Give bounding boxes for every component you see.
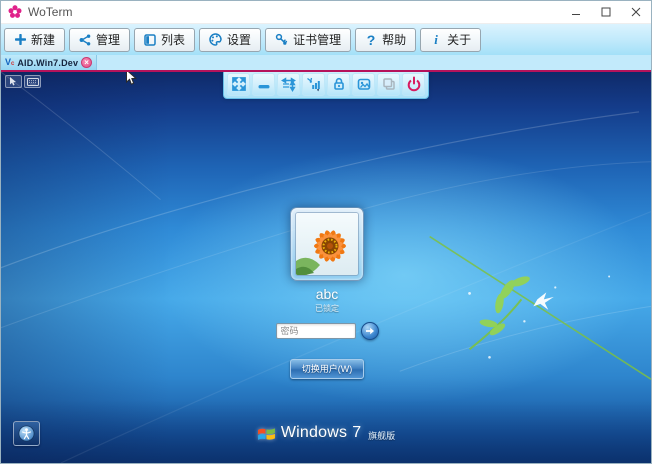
network-signal-button[interactable] [302,73,325,96]
password-input[interactable] [276,323,356,339]
power-icon [406,76,422,92]
ease-of-access-button[interactable] [13,421,40,446]
tab-bar: Vc AID.Win7.Dev × [1,55,651,72]
list-icon [144,34,156,46]
info-icon: i [430,33,442,46]
brand-version-text: 7 [352,424,361,442]
keyboard-icon [27,78,39,86]
fit-size-icon [281,76,297,92]
session-toolbar [223,72,429,99]
window-title: WoTerm [28,5,72,19]
minimize-session-icon [256,76,272,92]
help-button-label: 帮助 [382,31,406,48]
arrow-right-icon [365,326,375,336]
brand-windows-text: Windows [281,424,347,442]
tab-label: AID.Win7.Dev [17,58,78,68]
avatar[interactable] [290,207,364,281]
manage-button-label: 管理 [96,31,120,48]
avatar-flower-image [296,213,359,276]
minimize-session-button[interactable] [252,73,275,96]
screenshot-button[interactable] [352,73,375,96]
lock-icon [331,76,347,92]
pointer-icon [9,77,18,86]
woterm-logo-icon [8,5,22,19]
username-label: abc [316,286,339,302]
share-icon [79,34,91,46]
key-icon [275,33,288,46]
certificate-button[interactable]: 证书管理 [265,28,351,52]
windows-branding: Windows 7 旗舰版 [1,424,651,442]
brand-edition-text: 旗舰版 [368,429,395,442]
lock-input-button[interactable] [327,73,350,96]
windows-flag-icon [257,425,276,442]
switch-user-button[interactable]: 切换用户(W) [290,359,365,379]
login-submit-button[interactable] [361,322,379,340]
screenshot-icon [356,76,372,92]
maximize-icon[interactable] [591,1,621,23]
pointer-mode-button[interactable] [5,75,22,88]
about-button-label: 关于 [447,31,471,48]
vnc-session-icon: Vc [5,58,14,67]
list-button[interactable]: 列表 [134,28,195,52]
accessibility-icon [18,425,35,442]
power-button[interactable] [402,73,425,96]
virtual-keyboard-button[interactable] [24,75,41,88]
settings-button-label: 设置 [227,31,251,48]
window-controls [561,1,651,23]
clone-icon [381,76,397,92]
new-button[interactable]: 新建 [4,28,65,52]
tab-aid-win7-dev[interactable]: Vc AID.Win7.Dev × [1,55,97,70]
fit-size-button[interactable] [277,73,300,96]
clone-session-button[interactable] [377,73,400,96]
close-icon[interactable] [621,1,651,23]
network-signal-icon [306,76,322,92]
mouse-cursor [125,72,137,86]
question-icon: ? [365,33,377,47]
login-panel: abc 已锁定 切换用户(W) [227,207,427,379]
fullscreen-icon [231,76,247,92]
plus-icon [14,34,26,45]
title-bar: WoTerm [1,1,651,23]
manage-button[interactable]: 管理 [69,28,130,52]
list-button-label: 列表 [161,31,185,48]
certificate-button-label: 证书管理 [293,31,341,48]
main-toolbar: 新建 管理 列表 设置 证书管理 ? 帮助 i 关于 [1,23,651,55]
bird-art [533,292,553,309]
settings-button[interactable]: 设置 [199,28,261,52]
app-window: WoTerm 新建 管理 列表 设置 证书管理 ? 帮 [0,0,652,464]
help-button[interactable]: ? 帮助 [355,28,416,52]
minimize-icon[interactable] [561,1,591,23]
fullscreen-button[interactable] [227,73,250,96]
password-row [276,322,379,340]
new-button-label: 新建 [31,31,55,48]
remote-desktop-view[interactable]: abc 已锁定 切换用户(W) Windows 7 [1,72,651,463]
palette-icon [209,33,222,46]
lock-status-label: 已锁定 [315,303,339,314]
tab-close-icon[interactable]: × [81,57,92,68]
about-button[interactable]: i 关于 [420,28,481,52]
